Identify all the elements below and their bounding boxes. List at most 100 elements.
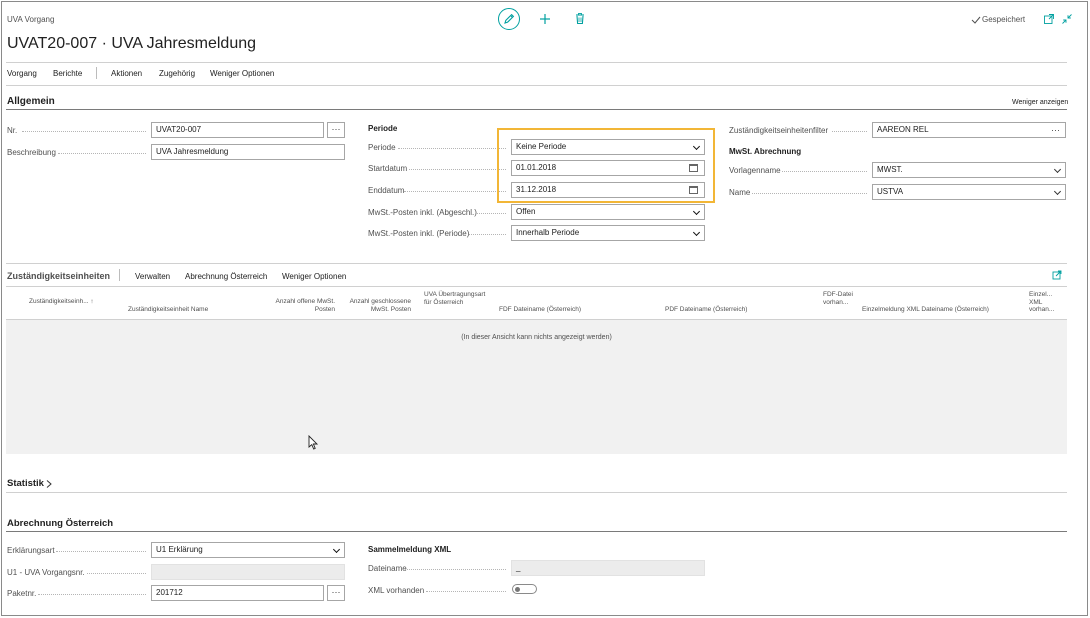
abgeschl-select[interactable]: Offen — [511, 204, 705, 220]
checkmark-icon — [971, 16, 981, 24]
units-grid-body: (In dieser Ansicht kann nichts angezeigt… — [6, 319, 1067, 454]
col-header-fdf-dateiname[interactable]: FDF Dateiname (Österreich) — [499, 306, 609, 314]
zust-filter-field[interactable]: AAREON REL ··· — [872, 122, 1066, 138]
toggle-weniger-anzeigen[interactable]: Weniger anzeigen — [1012, 99, 1068, 106]
leader-dots — [782, 171, 867, 172]
open-new-window-icon — [1044, 14, 1054, 24]
leader-dots — [404, 191, 506, 192]
units-header-top — [6, 286, 1067, 287]
label-zust-filter: Zuständigkeitseinheitenfilter — [729, 126, 829, 135]
leader-dots — [832, 131, 867, 132]
units-action-abrechnung[interactable]: Abrechnung Österreich — [185, 272, 267, 281]
leader-dots — [56, 551, 146, 552]
zust-filter-lookup[interactable]: ··· — [1051, 123, 1060, 137]
menu-vorgang[interactable]: Vorgang — [7, 69, 37, 78]
group-title-mwst: MwSt. Abrechnung — [729, 147, 802, 156]
section-underline-allgemein — [6, 109, 1067, 110]
delete-button[interactable] — [573, 11, 587, 27]
units-top-divider — [6, 263, 1067, 264]
menu-weniger-optionen[interactable]: Weniger Optionen — [210, 69, 274, 78]
col-header-offene[interactable]: Anzahl offene MwSt. Posten — [268, 298, 336, 313]
leader-dots — [38, 594, 146, 595]
menu-zugehoerig[interactable]: Zugehörig — [159, 69, 195, 78]
section-title-allgemein: Allgemein — [7, 96, 55, 107]
vorlagenname-select[interactable]: MWST. — [872, 162, 1066, 178]
label-periode: Periode — [368, 143, 396, 152]
delete-icon — [576, 13, 584, 25]
leader-dots — [403, 569, 506, 570]
label-startdatum: Startdatum — [368, 164, 408, 173]
leader-dots — [469, 234, 506, 235]
col-header-einzelmeldung[interactable]: Einzelmeldung XML Dateiname (Österreich) — [862, 306, 1012, 314]
group-title-sammelmeldung: Sammelmeldung XML — [368, 545, 452, 554]
units-action-verwalten[interactable]: Verwalten — [135, 272, 170, 281]
group-title-periode: Periode — [368, 124, 398, 133]
units-separator — [119, 269, 120, 281]
empty-message: (In dieser Ansicht kann nichts angezeigt… — [461, 334, 612, 341]
col-header-zust-name[interactable]: Zuständigkeitseinheit Name — [128, 306, 238, 314]
open-new-window-button[interactable] — [1043, 13, 1055, 25]
nr-lookup-button[interactable]: ··· — [327, 122, 345, 138]
section-title-statistik[interactable]: Statistik — [7, 478, 44, 489]
entity-caption: UVA Vorgang — [7, 15, 55, 24]
toggle-knob — [515, 586, 520, 592]
collapse-icon — [1062, 14, 1072, 24]
action-bar-top-divider — [6, 62, 1067, 63]
paketnr-field[interactable]: 201712 — [151, 585, 324, 601]
new-button[interactable] — [537, 11, 553, 27]
chevron-right-icon[interactable] — [45, 479, 53, 489]
add-icon — [540, 14, 550, 24]
leader-dots — [475, 213, 506, 214]
col-header-geschlossene[interactable]: Anzahl geschlossene MwSt. Posten — [341, 298, 411, 313]
section-underline-austria — [6, 531, 1067, 532]
leader-dots — [87, 573, 146, 574]
xml-vorhanden-toggle — [512, 584, 537, 594]
label-beschreibung: Beschreibung — [7, 148, 56, 157]
statistik-divider — [6, 492, 1067, 493]
expand-icon — [1052, 270, 1062, 280]
name-select[interactable]: USTVA — [872, 184, 1066, 200]
erklaerungsart-select[interactable]: U1 Erklärung — [151, 542, 345, 558]
label-xml-vorhanden: XML vorhanden — [368, 586, 425, 595]
periode-incl-select[interactable]: Innerhalb Periode — [511, 225, 705, 241]
zust-filter-value: AAREON REL — [877, 125, 929, 134]
highlight-box — [497, 128, 715, 203]
units-title: Zuständigkeitseinheiten — [7, 271, 111, 281]
edit-button[interactable] — [498, 8, 520, 30]
label-vorgangsnr: U1 - UVA Vorgangsnr. — [7, 568, 85, 577]
page-title: UVAT20-007 · UVA Jahresmeldung — [7, 35, 257, 52]
label-erklaerungsart: Erklärungsart — [7, 546, 55, 555]
leader-dots — [409, 169, 506, 170]
dateiname-field: _ — [511, 560, 705, 576]
leader-dots — [398, 148, 506, 149]
col-header-einzel-xml[interactable]: Einzel... XML vorhan... — [1029, 291, 1061, 314]
col-header-zust-nr[interactable]: Zuständigkeitseinh... ↑ — [29, 298, 99, 306]
action-bar-bottom-divider — [6, 85, 1067, 86]
saved-status-label: Gespeichert — [982, 15, 1026, 24]
label-nr: Nr. — [7, 126, 18, 135]
label-name: Name — [729, 188, 751, 197]
collapse-button[interactable] — [1061, 13, 1073, 25]
nr-field[interactable]: UVAT20-007 — [151, 122, 324, 138]
label-paketnr: Paketnr. — [7, 589, 37, 598]
leader-dots — [58, 153, 146, 154]
beschreibung-field[interactable]: UVA Jahresmeldung — [151, 144, 345, 160]
menu-berichte[interactable]: Berichte — [53, 69, 82, 78]
col-header-pdf-dateiname[interactable]: PDF Dateiname (Österreich) — [665, 306, 775, 314]
label-dateiname: Dateiname — [368, 564, 407, 573]
menu-separator — [96, 67, 97, 79]
leader-dots — [752, 193, 867, 194]
expand-button[interactable] — [1052, 270, 1062, 280]
units-action-weniger[interactable]: Weniger Optionen — [282, 272, 346, 281]
leader-dots — [22, 131, 146, 132]
col-header-uebertragungsart[interactable]: UVA Übertragungsart für Österreich — [424, 291, 488, 306]
menu-aktionen[interactable]: Aktionen — [111, 69, 142, 78]
col-header-fdf-vorhanden[interactable]: FDF-Datei vorhan... — [823, 291, 853, 306]
mouse-cursor-icon — [308, 435, 319, 450]
edit-icon — [504, 13, 515, 24]
paketnr-lookup-button[interactable]: ··· — [327, 585, 345, 601]
label-vorlagenname: Vorlagenname — [729, 166, 781, 175]
label-abgeschl: MwSt.-Posten inkl. (Abgeschl.) — [368, 208, 477, 217]
vorgangsnr-field — [151, 564, 345, 580]
label-periode-incl: MwSt.-Posten inkl. (Periode) — [368, 229, 470, 238]
